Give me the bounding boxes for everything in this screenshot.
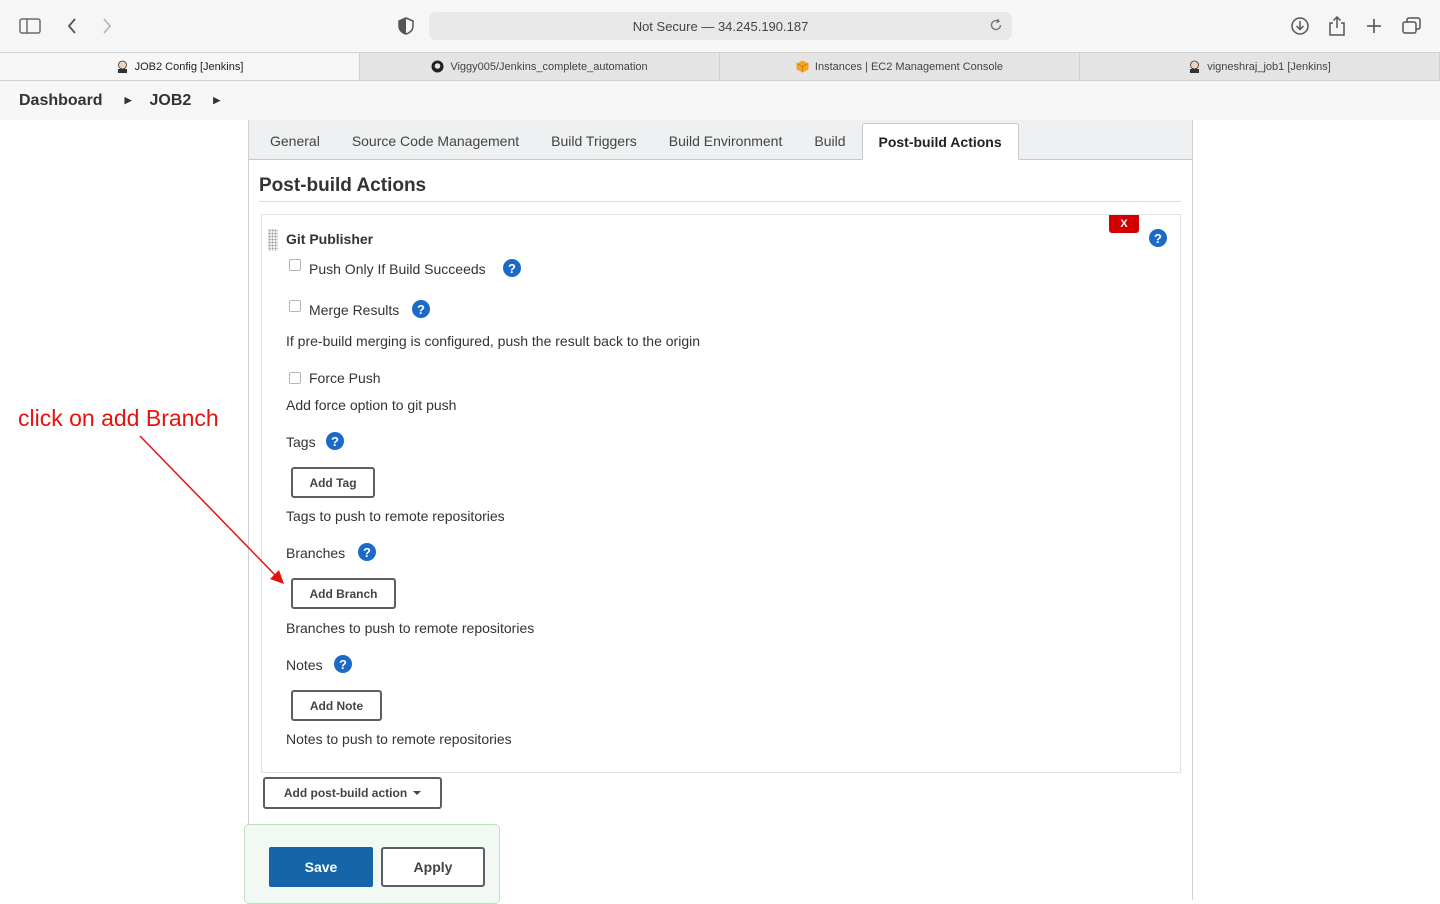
git-publisher-block: X ? Git Publisher Push Only If Build Suc…: [261, 214, 1181, 773]
breadcrumb-chevron-icon[interactable]: ▶: [213, 95, 220, 106]
tab-overview-icon[interactable]: [1400, 14, 1424, 38]
help-icon[interactable]: ?: [503, 259, 521, 277]
tab-label: JOB2 Config [Jenkins]: [134, 60, 244, 73]
section-divider: [259, 201, 1181, 202]
sidebar-toggle-icon[interactable]: [18, 14, 42, 38]
merge-results-checkbox[interactable]: [289, 300, 301, 312]
save-button[interactable]: Save: [269, 847, 373, 887]
url-text: Not Secure — 34.245.190.187: [632, 18, 809, 34]
config-tab-bar: General Source Code Management Build Tri…: [249, 120, 1192, 160]
aws-favicon-icon: [796, 60, 809, 73]
forward-icon[interactable]: [95, 14, 119, 38]
reload-icon[interactable]: [989, 18, 1005, 34]
add-branch-button[interactable]: Add Branch: [291, 578, 396, 609]
tab-build-environment[interactable]: Build Environment: [653, 123, 799, 159]
notes-description: Notes to push to remote repositories: [286, 731, 512, 747]
add-tag-button[interactable]: Add Tag: [291, 467, 375, 498]
help-icon[interactable]: ?: [334, 655, 352, 673]
tab-label: vigneshraj_job1 [Jenkins]: [1207, 60, 1331, 73]
share-icon[interactable]: [1325, 14, 1349, 38]
section-title: Post-build Actions: [259, 175, 427, 196]
caret-down-icon: [413, 791, 422, 795]
new-tab-icon[interactable]: [1362, 14, 1386, 38]
breadcrumb-dashboard[interactable]: Dashboard: [19, 92, 103, 110]
help-icon[interactable]: ?: [358, 543, 376, 561]
merge-results-description: If pre-build merging is configured, push…: [286, 333, 701, 349]
branches-description: Branches to push to remote repositories: [286, 620, 535, 636]
drag-handle-icon[interactable]: [268, 229, 278, 251]
browser-tab-job2-config[interactable]: JOB2 Config [Jenkins]: [0, 53, 360, 80]
tab-post-build-actions[interactable]: Post-build Actions: [861, 123, 1019, 160]
tab-label: Instances | EC2 Management Console: [814, 60, 1004, 73]
config-panel: General Source Code Management Build Tri…: [248, 120, 1193, 900]
form-button-bar: Save Apply: [244, 824, 500, 904]
tab-source-code-management[interactable]: Source Code Management: [336, 123, 535, 159]
download-icon[interactable]: [1288, 14, 1312, 38]
add-post-build-action-label: Add post-build action: [283, 786, 408, 800]
breadcrumb: Dashboard ▶ JOB2 ▶: [0, 81, 1440, 120]
github-favicon-icon: [431, 60, 444, 73]
breadcrumb-job2[interactable]: JOB2: [150, 92, 192, 110]
help-icon[interactable]: ?: [412, 300, 430, 318]
push-only-label[interactable]: Push Only If Build Succeeds: [309, 261, 486, 277]
tab-build[interactable]: Build: [798, 123, 861, 159]
browser-tab-job1[interactable]: vigneshraj_job1 [Jenkins]: [1080, 53, 1440, 80]
force-push-label[interactable]: Force Push: [309, 370, 381, 386]
privacy-shield-icon[interactable]: [394, 14, 418, 38]
browser-tab-ec2[interactable]: Instances | EC2 Management Console: [720, 53, 1080, 80]
breadcrumb-chevron-icon[interactable]: ▶: [125, 95, 132, 106]
add-post-build-action-button[interactable]: Add post-build action: [263, 777, 442, 809]
tab-general[interactable]: General: [254, 123, 336, 159]
help-icon[interactable]: ?: [326, 432, 344, 450]
back-icon[interactable]: [60, 14, 84, 38]
browser-tab-strip: JOB2 Config [Jenkins] Viggy005/Jenkins_c…: [0, 52, 1440, 81]
notes-label: Notes: [286, 657, 323, 673]
browser-toolbar: Not Secure — 34.245.190.187: [0, 0, 1440, 52]
jenkins-favicon-icon: [1188, 60, 1201, 73]
tags-description: Tags to push to remote repositories: [286, 508, 505, 524]
force-push-description: Add force option to git push: [286, 397, 457, 413]
address-bar[interactable]: Not Secure — 34.245.190.187: [429, 12, 1012, 40]
force-push-checkbox[interactable]: [289, 372, 301, 384]
annotation-arrow-icon: [139, 435, 284, 584]
tab-build-triggers[interactable]: Build Triggers: [535, 123, 653, 159]
browser-tab-github[interactable]: Viggy005/Jenkins_complete_automation: [360, 53, 720, 80]
jenkins-favicon-icon: [116, 60, 129, 73]
add-note-button[interactable]: Add Note: [291, 690, 382, 721]
push-only-checkbox[interactable]: [289, 259, 301, 271]
merge-results-label[interactable]: Merge Results: [309, 302, 399, 318]
apply-button[interactable]: Apply: [381, 847, 485, 887]
help-icon[interactable]: ?: [1149, 229, 1167, 247]
git-publisher-title: Git Publisher: [286, 231, 374, 247]
delete-publisher-button[interactable]: X: [1109, 215, 1139, 233]
annotation-text: click on add Branch: [18, 405, 219, 431]
tab-label: Viggy005/Jenkins_complete_automation: [450, 60, 648, 73]
